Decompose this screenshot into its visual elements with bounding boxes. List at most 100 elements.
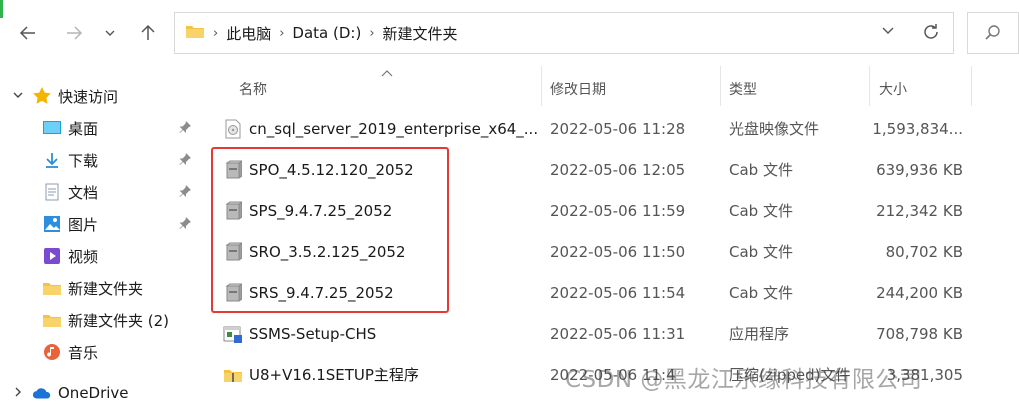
file-size: 1,593,834... [872,119,963,138]
column-divider[interactable] [720,66,721,106]
star-icon [32,86,52,106]
file-row[interactable]: SSMS-Setup-CHS 2022-05-06 11:31 应用程序 708… [205,313,1019,354]
file-size: 244,200 KB [876,283,963,302]
nav-item-label: 下载 [68,151,99,170]
video-icon [42,246,62,266]
column-header-name[interactable]: 名称 [239,72,539,106]
cloud-icon [32,383,52,403]
file-date: 2022-05-06 11:54 [550,283,686,302]
nav-onedrive-label: OneDrive [58,384,129,402]
address-history-dropdown[interactable] [881,23,895,41]
file-type: 光盘映像文件 [729,120,820,138]
file-date: 2022-05-06 11:31 [550,324,686,343]
folder-icon [42,278,62,298]
search-icon [985,25,1000,40]
nav-item-desktop[interactable]: 桌面 [42,112,98,144]
installer-icon [223,324,243,344]
pin-icon[interactable] [178,152,192,170]
nav-item-music[interactable]: 音乐 [42,336,98,368]
address-bar[interactable]: › 此电脑 › Data (D:) › 新建文件夹 [174,12,954,54]
file-type: Cab 文件 [729,161,793,179]
pin-icon[interactable] [178,216,192,234]
file-date: 2022-05-06 11:59 [550,201,686,220]
file-date: 2022-05-06 11:50 [550,242,686,261]
column-header-type[interactable]: 类型 [729,72,869,106]
file-size: 639,936 KB [876,160,963,179]
pictures-icon [42,214,62,234]
column-header-label: 名称 [239,82,267,98]
nav-quick-access[interactable]: 快速访问 [32,80,118,112]
disc-image-icon [223,119,243,139]
refresh-button[interactable] [921,22,941,46]
file-type: Cab 文件 [729,243,793,261]
nav-item-label: 文档 [68,183,99,202]
file-name: cn_sql_server_2019_enterprise_x64_... [249,119,539,138]
file-name: SSMS-Setup-CHS [249,324,377,343]
chevron-right-icon: › [279,25,285,41]
column-header-label: 大小 [879,82,907,98]
watermark: CSDN @黑龙江乐缘科技有限公司 [565,367,923,393]
chevron-down-icon [105,30,115,36]
nav-item-new-folder-2[interactable]: 新建文件夹 (2) [42,304,169,336]
column-divider[interactable] [541,66,542,106]
search-box[interactable] [967,12,1019,54]
chevron-down-icon[interactable] [12,89,24,104]
up-button[interactable] [132,17,164,49]
nav-quick-access-label: 快速访问 [58,87,119,106]
chevron-right-icon[interactable] [12,386,24,401]
document-icon [42,182,62,202]
nav-item-label: 桌面 [68,119,99,138]
file-date: 2022-05-06 12:05 [550,160,686,179]
chevron-right-icon: › [369,25,375,41]
chevron-right-icon: › [213,25,219,41]
file-date: 2022-05-06 11:28 [550,119,686,138]
file-size: 212,342 KB [876,201,963,220]
forward-button[interactable] [58,17,90,49]
breadcrumb-data-drive[interactable]: Data (D:) [292,24,361,42]
breadcrumb-this-pc[interactable]: 此电脑 [226,23,271,44]
column-header-size[interactable]: 大小 [879,72,969,106]
music-icon [42,342,62,362]
arrow-up-icon [141,24,155,40]
column-divider[interactable] [869,66,870,106]
nav-item-label: 音乐 [68,343,99,362]
download-icon [42,150,62,170]
folder-icon [185,23,205,43]
file-name: U8+V16.1SETUP主程序 [249,366,419,384]
nav-item-pictures[interactable]: 图片 [42,208,98,240]
nav-item-label: 新建文件夹 [68,279,144,298]
nav-item-label: 新建文件夹 (2) [68,311,170,330]
zip-folder-icon [223,365,243,385]
file-size: 708,798 KB [876,324,963,343]
navigation-pane: 快速访问 桌面 下载 文档 图片 视频 新建文件夹 新建文件夹 (2) 音乐 O… [0,66,205,402]
nav-item-downloads[interactable]: 下载 [42,144,98,176]
column-divider[interactable] [971,66,972,106]
column-header-label: 类型 [729,82,757,98]
pin-icon[interactable] [178,184,192,202]
recent-locations-button[interactable] [96,17,124,49]
back-button[interactable] [12,17,44,49]
nav-item-videos[interactable]: 视频 [42,240,98,272]
file-size: 80,702 KB [885,242,963,261]
refresh-icon [924,24,938,39]
file-row[interactable]: cn_sql_server_2019_enterprise_x64_... 20… [205,108,1019,149]
breadcrumb-new-folder[interactable]: 新建文件夹 [383,23,458,44]
nav-onedrive[interactable]: OneDrive [32,377,129,409]
navigation-toolbar: › 此电脑 › Data (D:) › 新建文件夹 [0,0,1019,66]
highlight-box [211,147,449,313]
column-header-label: 修改日期 [550,82,606,98]
file-type: 应用程序 [729,325,790,343]
arrow-left-icon [19,26,35,40]
folder-icon [42,310,62,330]
pin-icon[interactable] [178,120,192,138]
file-type: Cab 文件 [729,284,793,302]
chevron-down-icon [882,27,894,34]
nav-item-documents[interactable]: 文档 [42,176,98,208]
file-type: Cab 文件 [729,202,793,220]
arrow-right-icon [67,26,83,40]
nav-item-new-folder[interactable]: 新建文件夹 [42,272,143,304]
nav-item-label: 视频 [68,247,99,266]
nav-item-label: 图片 [68,215,99,234]
desktop-icon [42,118,62,138]
column-header-date[interactable]: 修改日期 [550,72,720,106]
